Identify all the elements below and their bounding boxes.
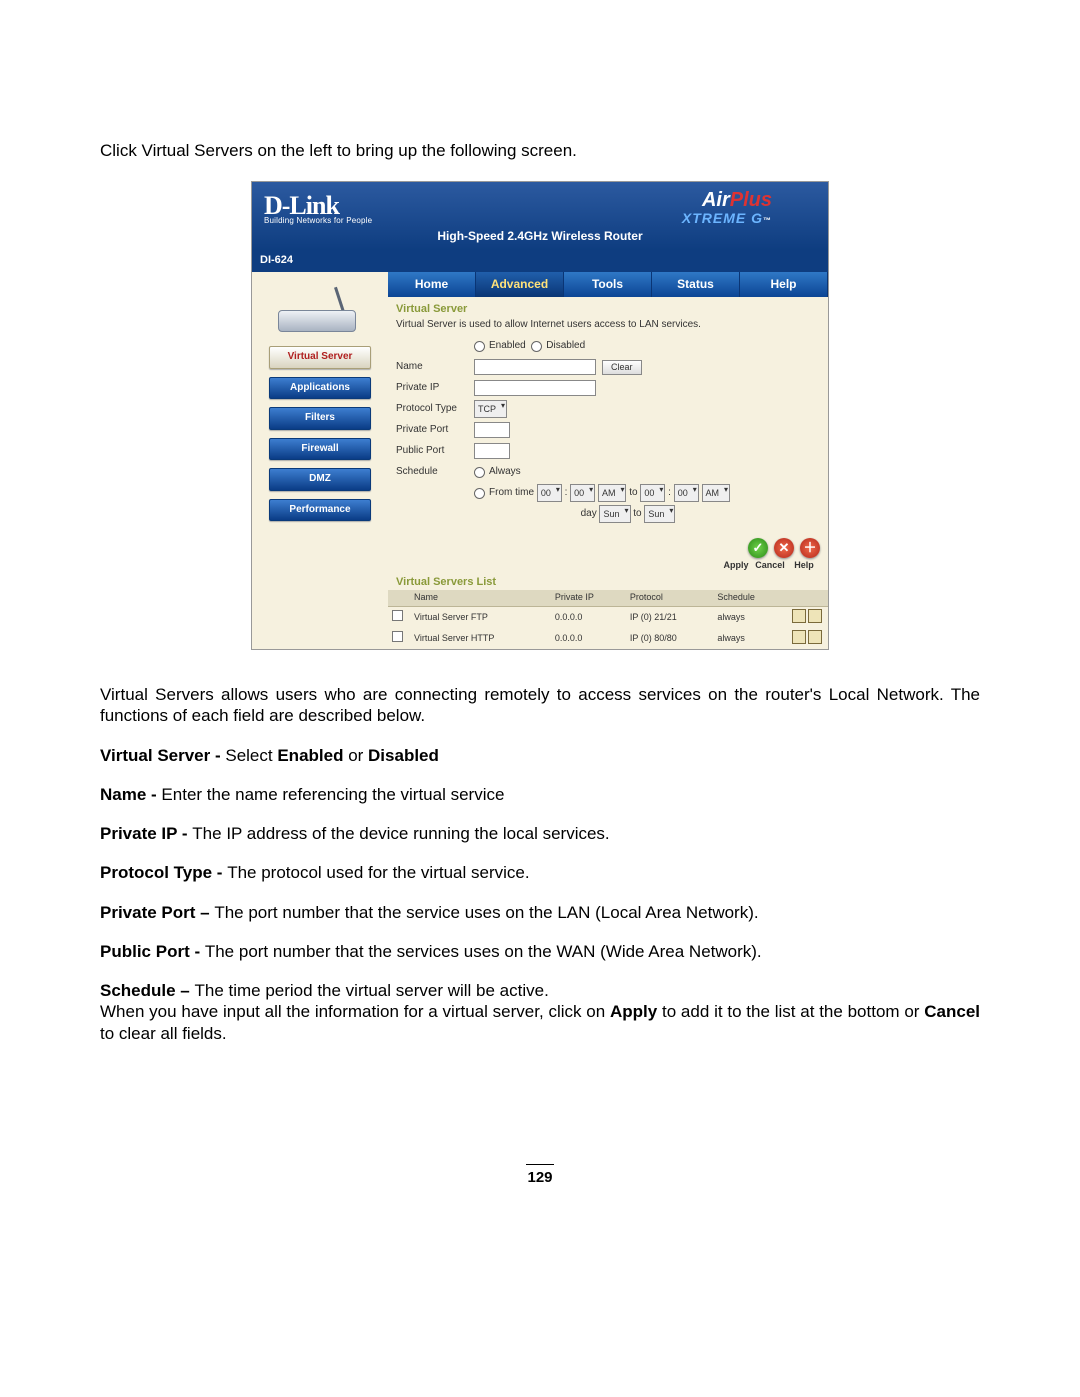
label-from: From	[489, 487, 512, 500]
cell-proto: IP (0) 21/21	[626, 606, 714, 628]
input-public-port[interactable]	[474, 443, 510, 459]
row-checkbox[interactable]	[392, 631, 403, 642]
label-disabled: Disabled	[546, 340, 585, 353]
select-day-from[interactable]: Sun	[599, 505, 630, 523]
select-day-to[interactable]: Sun	[644, 505, 675, 523]
apply-cancel-note: When you have input all the information …	[100, 1001, 980, 1044]
label-name: Name	[396, 361, 474, 374]
label-private-port: Private Port	[396, 424, 474, 437]
virtual-server-table: Name Private IP Protocol Schedule Virtua…	[388, 590, 828, 649]
cell-ip: 0.0.0.0	[551, 606, 626, 628]
field-schedule: Schedule – The time period the virtual s…	[100, 980, 980, 1001]
delete-icon[interactable]	[808, 630, 822, 644]
radio-disabled[interactable]	[531, 341, 542, 352]
label-day: day	[581, 508, 597, 521]
intro-text: Click Virtual Servers on the left to bri…	[100, 140, 980, 161]
field-private-ip: Private IP - The IP address of the devic…	[100, 823, 980, 844]
th-sched: Schedule	[713, 590, 786, 606]
cell-name: Virtual Server FTP	[410, 606, 551, 628]
input-name[interactable]	[474, 359, 596, 375]
action-row: ✓ ✕ ＋	[388, 532, 828, 560]
tab-status[interactable]: Status	[652, 272, 740, 297]
label-schedule: Schedule	[396, 466, 474, 479]
tab-advanced[interactable]: Advanced	[476, 272, 564, 297]
label-public-port: Public Port	[396, 445, 474, 458]
field-public-port: Public Port - The port number that the s…	[100, 941, 980, 962]
dlink-tagline: Building Networks for People	[264, 216, 372, 226]
field-protocol-type: Protocol Type - The protocol used for th…	[100, 862, 980, 883]
tab-strip: Home Advanced Tools Status Help	[388, 272, 828, 297]
label-protocol-type: Protocol Type	[396, 403, 474, 416]
cell-ip: 0.0.0.0	[551, 628, 626, 649]
select-to-hh[interactable]: 00	[640, 484, 665, 502]
apply-icon[interactable]: ✓	[748, 538, 768, 558]
label-time: time	[515, 487, 534, 500]
label-apply: Apply	[720, 560, 752, 571]
row-enable: Enabled Disabled	[396, 337, 820, 355]
edit-icon[interactable]	[792, 630, 806, 644]
page-number: 129	[526, 1164, 554, 1188]
select-to-mm[interactable]: 00	[674, 484, 699, 502]
radio-always[interactable]	[474, 467, 485, 478]
tab-help[interactable]: Help	[740, 272, 828, 297]
sidebar-item-dmz[interactable]: DMZ	[269, 468, 371, 491]
airplus-logo: AirPlus XTREME G™	[682, 188, 772, 228]
th-ip: Private IP	[551, 590, 626, 606]
table-row: Virtual Server HTTP 0.0.0.0 IP (0) 80/80…	[388, 628, 828, 649]
device-icon	[272, 286, 368, 336]
radio-enabled[interactable]	[474, 341, 485, 352]
field-vs: Virtual Server - Select Enabled or Disab…	[100, 745, 980, 766]
th-name: Name	[410, 590, 551, 606]
input-private-port[interactable]	[474, 422, 510, 438]
label-enabled: Enabled	[489, 340, 526, 353]
select-from-ampm[interactable]: AM	[598, 484, 627, 502]
sidebar-item-performance[interactable]: Performance	[269, 499, 371, 522]
tab-tools[interactable]: Tools	[564, 272, 652, 297]
tab-home[interactable]: Home	[388, 272, 476, 297]
label-cancel: Cancel	[754, 560, 786, 571]
delete-icon[interactable]	[808, 609, 822, 623]
sidebar: Virtual Server Applications Filters Fire…	[252, 272, 388, 649]
select-from-hh[interactable]: 00	[537, 484, 562, 502]
label-help: Help	[788, 560, 820, 571]
logo-xtreme: XTREME G™	[682, 210, 772, 228]
model-label: DI-624	[252, 250, 828, 272]
label-to: to	[629, 487, 637, 500]
router-screenshot: D-Link Building Networks for People AirP…	[251, 181, 829, 650]
cancel-icon[interactable]: ✕	[774, 538, 794, 558]
logo-air: Air	[702, 189, 730, 211]
router-header: D-Link Building Networks for People AirP…	[252, 182, 828, 250]
list-title: Virtual Servers List	[388, 576, 828, 591]
label-private-ip: Private IP	[396, 382, 474, 395]
help-icon[interactable]: ＋	[800, 538, 820, 558]
sidebar-item-filters[interactable]: Filters	[269, 407, 371, 430]
field-name: Name - Enter the name referencing the vi…	[100, 784, 980, 805]
cell-name: Virtual Server HTTP	[410, 628, 551, 649]
th-proto: Protocol	[626, 590, 714, 606]
sidebar-item-virtual-server[interactable]: Virtual Server	[269, 346, 371, 369]
paragraph-desc: Virtual Servers allows users who are con…	[100, 684, 980, 727]
field-private-port: Private Port – The port number that the …	[100, 902, 980, 923]
sidebar-item-firewall[interactable]: Firewall	[269, 438, 371, 461]
section-title: Virtual Server	[396, 303, 820, 317]
edit-icon[interactable]	[792, 609, 806, 623]
clear-button[interactable]: Clear	[602, 360, 642, 375]
label-day-to: to	[633, 508, 641, 521]
cell-sched: always	[713, 606, 786, 628]
label-always: Always	[489, 466, 521, 479]
select-to-ampm[interactable]: AM	[702, 484, 731, 502]
table-row: Virtual Server FTP 0.0.0.0 IP (0) 21/21 …	[388, 606, 828, 628]
sidebar-item-applications[interactable]: Applications	[269, 377, 371, 400]
section-desc: Virtual Server is used to allow Internet…	[396, 319, 820, 332]
select-from-mm[interactable]: 00	[570, 484, 595, 502]
cell-sched: always	[713, 628, 786, 649]
cell-proto: IP (0) 80/80	[626, 628, 714, 649]
logo-plus: Plus	[730, 189, 772, 211]
radio-from[interactable]	[474, 488, 485, 499]
header-subtitle: High-Speed 2.4GHz Wireless Router	[252, 229, 828, 244]
main-panel: Home Advanced Tools Status Help Virtual …	[388, 272, 828, 649]
input-private-ip[interactable]	[474, 380, 596, 396]
select-protocol[interactable]: TCP	[474, 400, 507, 418]
row-checkbox[interactable]	[392, 610, 403, 621]
